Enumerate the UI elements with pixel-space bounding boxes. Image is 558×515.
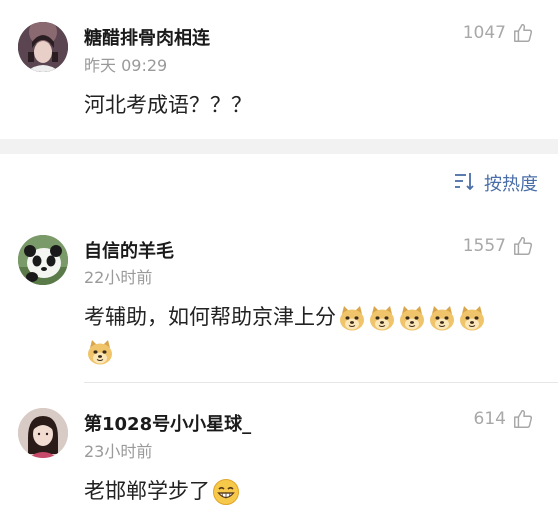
like-button[interactable]: 1557 <box>463 235 534 257</box>
comment-time: 22小时前 <box>84 268 153 287</box>
sort-icon <box>454 172 476 195</box>
avatar[interactable] <box>18 22 68 72</box>
comment-time: 昨天 09:29 <box>84 56 168 75</box>
doge-emoji <box>366 305 396 331</box>
comment-text-line2 <box>84 336 114 366</box>
doge-emoji <box>396 305 426 331</box>
thumbs-up-icon <box>512 235 534 257</box>
comment-divider <box>84 382 558 383</box>
sort-label: 按热度 <box>484 174 538 195</box>
section-divider <box>0 139 558 154</box>
avatar[interactable] <box>18 408 68 458</box>
username[interactable]: 第1028号小小星球_ <box>84 410 251 436</box>
like-button[interactable]: 614 <box>474 408 534 430</box>
doge-emoji <box>336 305 366 331</box>
like-count: 614 <box>473 409 506 429</box>
comment-text-content: 老邯郸学步了 <box>84 479 210 503</box>
comment-time: 23小时前 <box>84 442 153 461</box>
doge-emoji <box>426 305 456 331</box>
like-button[interactable]: 1047 <box>463 22 534 44</box>
comment-text-content: 考辅助，如何帮助京津上分 <box>84 305 336 329</box>
avatar[interactable] <box>18 235 68 285</box>
doge-emoji <box>456 305 486 331</box>
username[interactable]: 糖醋排骨肉相连 <box>84 24 210 50</box>
emoji-group <box>336 305 486 331</box>
username[interactable]: 自信的羊毛 <box>84 237 174 263</box>
comment-text: 老邯郸学步了 <box>84 476 240 506</box>
sort-by-hot-button[interactable]: 按热度 <box>454 170 538 196</box>
comment-text: 考辅助，如何帮助京津上分 <box>84 302 486 332</box>
doge-emoji <box>84 339 114 365</box>
like-count: 1047 <box>462 23 506 43</box>
grin-emoji <box>210 479 240 505</box>
thumbs-up-icon <box>512 22 534 44</box>
like-count: 1557 <box>462 236 506 256</box>
thumbs-up-icon <box>512 408 534 430</box>
comment-text: 河北考成语？？？ <box>84 93 252 117</box>
comment-item: 糖醋排骨肉相连 昨天 09:29 1047 河北考成语？？？ <box>0 0 558 139</box>
